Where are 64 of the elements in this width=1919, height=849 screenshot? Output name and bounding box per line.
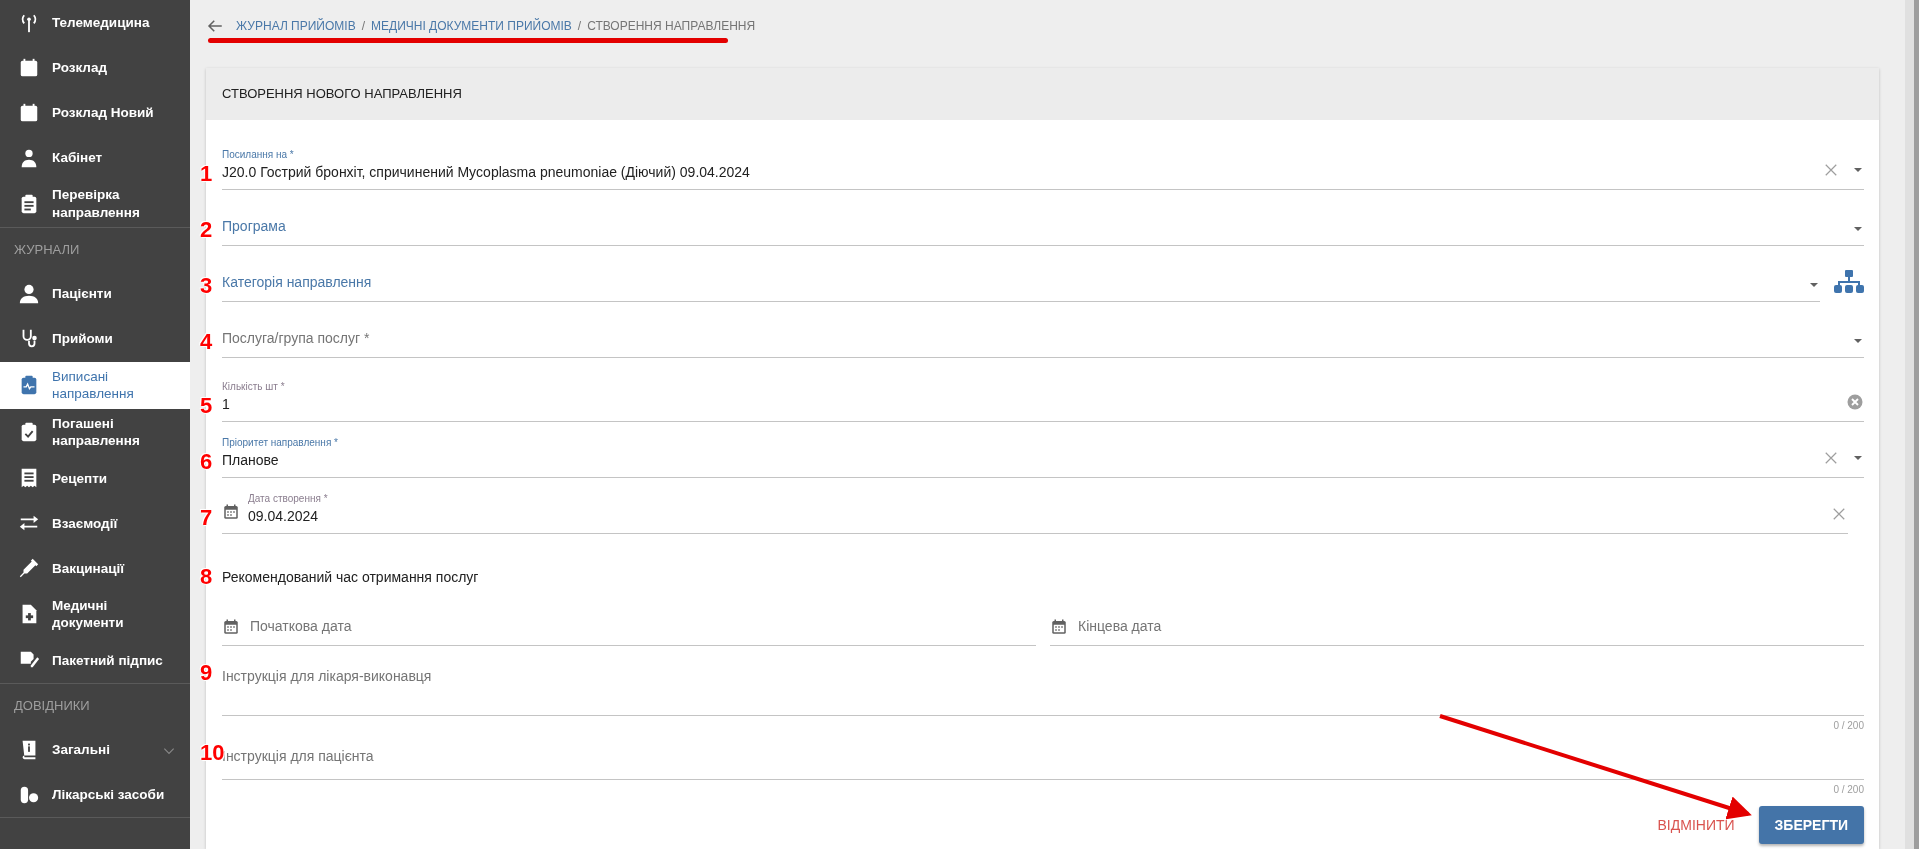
field-placeholder: Початкова дата: [250, 617, 352, 636]
form-title: СТВОРЕННЯ НОВОГО НАПРАВЛЕННЯ: [206, 68, 1879, 120]
sidebar-item[interactable]: Пацієнти: [0, 271, 190, 317]
step-number-marker: 2: [200, 219, 213, 241]
breadcrumb-link[interactable]: МЕДИЧНІ ДОКУМЕНТИ ПРИЙОМІВ: [371, 17, 572, 35]
scrollbar[interactable]: [1905, 0, 1919, 849]
field-placeholder: Категорія направлення: [222, 273, 373, 292]
clear-circle-icon[interactable]: [1846, 393, 1864, 411]
sidebar-item[interactable]: Кабінет: [0, 135, 190, 180]
syringe-icon: [18, 557, 40, 580]
save-button[interactable]: ЗБЕРЕГТИ: [1758, 806, 1864, 844]
step-number-marker: 9: [200, 662, 213, 684]
sidebar-item[interactable]: Прийоми: [0, 316, 190, 362]
field-placeholder: Програма: [222, 217, 287, 236]
field-label: Пріоритет направлення *: [222, 436, 339, 450]
calendar-icon: [18, 56, 40, 79]
step-number-marker: 4: [200, 331, 213, 353]
breadcrumb-current: СТВОРЕННЯ НАПРАВЛЕННЯ: [587, 18, 756, 35]
person-icon: [18, 283, 40, 306]
character-counter: 0 / 200: [1833, 719, 1864, 732]
sidebar-item[interactable]: Загальні: [0, 727, 190, 773]
breadcrumb-separator: /: [361, 18, 365, 35]
sidebar-item[interactable]: Погашені направлення: [0, 408, 190, 456]
field-placeholder: Кінцева дата: [1078, 617, 1162, 636]
sidebar-item[interactable]: Медичні документи: [0, 590, 190, 638]
field-value: Планове: [222, 451, 280, 470]
calendar-icon: [222, 617, 240, 636]
step-number-marker: 6: [200, 451, 213, 473]
field-label: Кількість шт *: [222, 380, 286, 394]
field-value: J20.0 Гострий бронхіт, спричинений Mycoplasma pneumoniae (Діючий) 09.04.2024: [222, 163, 751, 182]
date-field[interactable]: Початкова дата: [222, 616, 1036, 646]
text-area[interactable]: Інструкція для лікаря-виконавця: [222, 646, 1864, 716]
sidebar-item[interactable]: Виписані направлення: [0, 361, 190, 409]
section-heading: ДОВІДНИКИ: [13, 696, 91, 715]
step-number-marker: 5: [200, 395, 213, 417]
field-placeholder: Інструкція для лікаря-виконавця: [222, 668, 432, 684]
date-field[interactable]: Кінцева дата: [1050, 616, 1864, 646]
sidebar-item[interactable]: Розклад Новий: [0, 90, 190, 135]
step-number-marker: 3: [200, 275, 213, 297]
sidebar-item[interactable]: Перевірка направлення: [0, 180, 190, 228]
field-label: Посилання на *: [222, 148, 295, 162]
section-heading: ЖУРНАЛИ: [13, 241, 81, 260]
field-label: Дата створення *: [248, 492, 329, 506]
breadcrumb-separator: /: [577, 18, 582, 35]
step-number-marker: 1: [200, 163, 213, 185]
breadcrumb-link[interactable]: ЖУРНАЛ ПРИЙОМІВ: [236, 17, 356, 35]
field-placeholder: Послуга/група послуг *: [222, 329, 371, 348]
cancel-button[interactable]: ВІДМІНИТИ: [1657, 814, 1735, 836]
step-number-marker: 7: [200, 507, 213, 529]
sidebar-item[interactable]: Телемедицина: [0, 0, 190, 45]
sidebar-item[interactable]: Вакцинації: [0, 545, 190, 591]
calendar-icon: [1050, 617, 1068, 636]
sidebar-item[interactable]: Розклад: [0, 45, 190, 90]
back-arrow-icon[interactable]: [206, 17, 224, 35]
sidebar-item[interactable]: Пакетний підпис: [0, 637, 190, 683]
section-heading: Рекомендований час отримання послуг: [222, 568, 479, 587]
sidebar-item[interactable]: Рецепти: [0, 455, 190, 501]
calendar-icon: [18, 101, 40, 124]
field-value: 09.04.2024: [248, 507, 320, 526]
step-number-marker: 8: [200, 566, 213, 588]
field-value: 1: [222, 395, 231, 414]
sidebar-item[interactable]: Взаємодії: [0, 500, 190, 546]
sidebar-item[interactable]: Лікарські засоби: [0, 772, 190, 818]
character-counter: 0 / 200: [1833, 783, 1864, 796]
